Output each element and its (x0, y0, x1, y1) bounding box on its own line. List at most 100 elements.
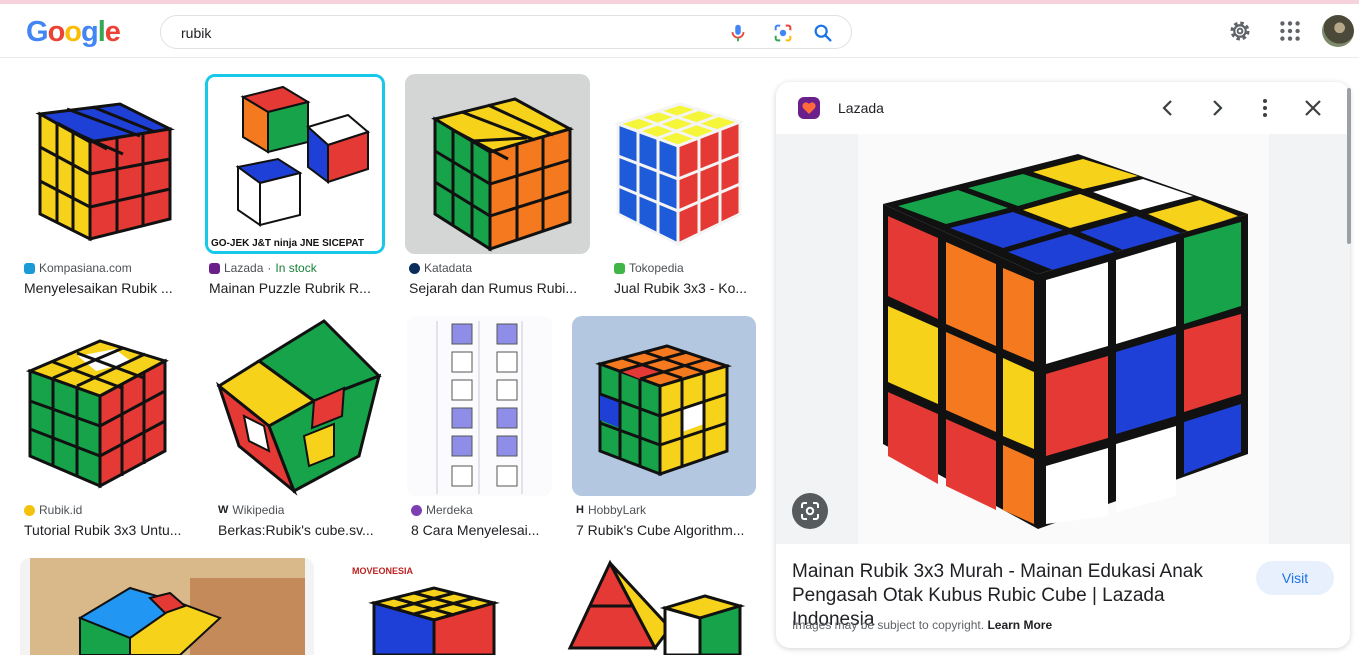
search-box (160, 15, 852, 49)
katadata-favicon (409, 262, 420, 274)
rubik-cube-image (20, 316, 194, 496)
wikipedia-favicon: W (218, 504, 229, 516)
logo-letter: o (47, 16, 66, 48)
visit-button[interactable]: Visit (1256, 561, 1334, 595)
rubik-cubes-product-image: GO-JEK J&T ninja JNE SICEPAT (208, 77, 382, 251)
merdeka-favicon (411, 504, 422, 516)
result-source: W Wikipedia (218, 503, 284, 517)
result-title[interactable]: Mainan Puzzle Rubrik R... (209, 280, 383, 296)
result-card[interactable] (555, 558, 756, 655)
tokopedia-favicon (614, 262, 625, 274)
result-card[interactable] (20, 558, 314, 655)
close-icon[interactable] (1301, 96, 1325, 120)
learn-more-link[interactable]: Learn More (987, 618, 1052, 632)
rubik-cube-image: MOVEONESIA (334, 558, 535, 655)
result-card[interactable]: Rubik.id Tutorial Rubik 3x3 Untu... (20, 316, 194, 546)
source-name: Merdeka (426, 503, 473, 517)
visual-search-lens-button[interactable] (792, 493, 828, 529)
search-icon[interactable] (812, 22, 834, 44)
result-card[interactable]: MOVEONESIA (334, 558, 535, 655)
search-input[interactable] (181, 23, 701, 43)
moveonesia-brand: MOVEONESIA (352, 566, 414, 576)
result-card[interactable]: Kompasiana.com Menyelesaikan Rubik ... (20, 74, 185, 304)
result-thumbnail[interactable] (572, 316, 756, 496)
header: Google (0, 4, 1359, 58)
logo-letter: g (81, 16, 99, 48)
image-preview-panel: Lazada Mainan Rubik 3x3 Murah - Mainan E… (776, 82, 1350, 648)
result-card[interactable]: GO-JEK J&T ninja JNE SICEPAT Lazada · In… (205, 74, 385, 304)
source-name: Kompasiana.com (39, 261, 132, 275)
result-card[interactable]: H HobbyLark 7 Rubik's Cube Algorithm... (572, 316, 756, 546)
panel-source-name[interactable]: Lazada (838, 100, 884, 116)
result-source: Tokopedia (614, 261, 684, 275)
result-card[interactable]: W Wikipedia Berkas:Rubik's cube.sv... (214, 316, 387, 546)
panel-image-gutter-left (776, 134, 858, 544)
source-name: Tokopedia (629, 261, 684, 275)
logo-letter: l (97, 16, 106, 48)
result-source: Merdeka (411, 503, 473, 517)
lazada-favicon (209, 262, 220, 274)
result-thumbnail[interactable] (555, 558, 756, 655)
result-title[interactable]: 7 Rubik's Cube Algorithm... (576, 522, 756, 538)
lazada-favicon (798, 97, 820, 119)
image-results-grid: Kompasiana.com Menyelesaikan Rubik ... G… (0, 58, 770, 655)
rubikid-favicon (24, 504, 35, 516)
hobbylark-favicon: H (576, 504, 584, 516)
logo-letter: e (104, 16, 121, 48)
settings-icon[interactable] (1227, 18, 1253, 44)
result-thumbnail[interactable] (20, 74, 185, 254)
panel-image-gutter-right (1269, 134, 1350, 544)
result-thumbnail[interactable] (610, 74, 756, 254)
avatar[interactable] (1322, 15, 1354, 47)
rubik-cube-image (214, 316, 387, 496)
result-source: H HobbyLark (576, 503, 646, 517)
chevron-left-icon[interactable] (1156, 96, 1180, 120)
chevron-right-icon[interactable] (1205, 96, 1229, 120)
copyright-notice: Images may be subject to copyright. Lear… (792, 618, 1052, 632)
source-name: HobbyLark (587, 503, 646, 517)
result-thumbnail[interactable] (20, 558, 314, 655)
result-thumbnail[interactable] (214, 316, 387, 496)
result-card[interactable]: Katadata Sejarah dan Rumus Rubi... (405, 74, 590, 304)
preview-image[interactable] (858, 134, 1269, 544)
mic-icon[interactable] (727, 22, 749, 44)
rubik-cube-large-image (858, 134, 1269, 544)
result-title[interactable]: Tutorial Rubik 3x3 Untu... (24, 522, 194, 538)
rubik-cube-image (572, 316, 756, 496)
result-source: Rubik.id (24, 503, 82, 517)
source-name: Wikipedia (232, 503, 285, 517)
copyright-text: Images may be subject to copyright. (792, 618, 985, 632)
result-source: Kompasiana.com (24, 261, 132, 275)
more-vert-icon[interactable] (1253, 96, 1277, 120)
cube-algorithm-chart-image (407, 316, 552, 496)
kompasiana-favicon (24, 262, 35, 274)
result-thumbnail-selected[interactable]: GO-JEK J&T ninja JNE SICEPAT (205, 74, 385, 254)
result-title[interactable]: Jual Rubik 3x3 - Ko... (614, 280, 756, 296)
rubik-cube-image (610, 74, 756, 254)
result-card[interactable]: Tokopedia Jual Rubik 3x3 - Ko... (610, 74, 756, 304)
result-title[interactable]: Sejarah dan Rumus Rubi... (409, 280, 589, 296)
result-title[interactable]: Berkas:Rubik's cube.sv... (218, 522, 386, 538)
source-name: Rubik.id (39, 503, 83, 517)
separator: · (267, 261, 272, 275)
pyraminx-and-cube-image (555, 558, 756, 655)
result-thumbnail[interactable] (20, 316, 194, 496)
result-title[interactable]: 8 Cara Menyelesai... (411, 522, 551, 538)
rubik-cube-image (405, 74, 590, 254)
google-logo[interactable]: Google (26, 16, 121, 49)
stock-badge: In stock (275, 261, 317, 275)
logo-letter: G (26, 16, 49, 48)
result-title[interactable]: Menyelesaikan Rubik ... (24, 280, 184, 296)
result-thumbnail[interactable] (405, 74, 590, 254)
lazada-heart-icon (802, 102, 816, 114)
source-name: Katadata (424, 261, 473, 275)
result-thumbnail[interactable]: MOVEONESIA (334, 558, 535, 655)
brand-logos-strip: GO-JEK J&T ninja JNE SICEPAT (211, 238, 364, 249)
result-thumbnail[interactable] (407, 316, 552, 496)
lens-icon[interactable] (772, 22, 794, 44)
apps-grid-icon[interactable] (1277, 18, 1303, 44)
result-card[interactable]: Merdeka 8 Cara Menyelesai... (407, 316, 552, 546)
scrollbar-thumb[interactable] (1347, 88, 1351, 244)
result-source: Lazada · In stock (209, 261, 317, 275)
rubik-cube-hand-image (20, 558, 314, 655)
